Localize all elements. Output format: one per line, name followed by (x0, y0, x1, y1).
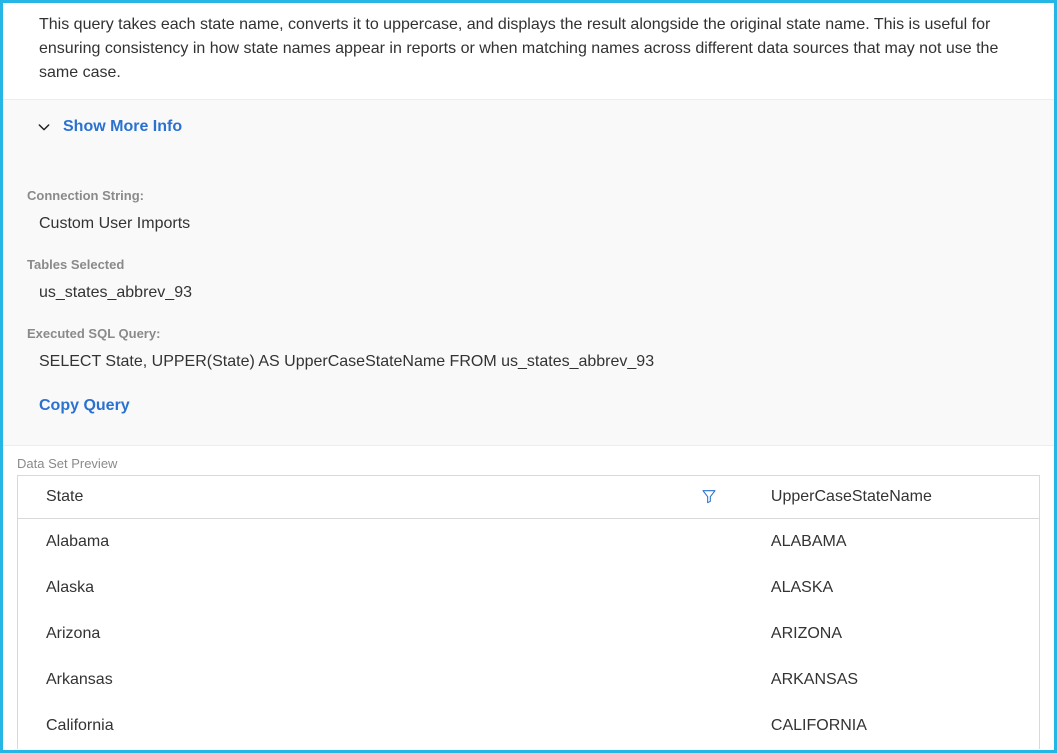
tables-selected-label: Tables Selected (27, 257, 1054, 272)
column-header-state-label: State (46, 488, 83, 505)
cell-state: California (18, 703, 743, 749)
column-header-uppercase-label: UpperCaseStateName (771, 488, 932, 505)
cell-uppercase-state: ALABAMA (743, 519, 1039, 566)
cell-state: Arkansas (18, 657, 743, 703)
table-row: AlabamaALABAMA (18, 519, 1039, 566)
cell-uppercase-state: CALIFORNIA (743, 703, 1039, 749)
app-frame: This query takes each state name, conver… (0, 0, 1057, 753)
table-row: ArizonaARIZONA (18, 611, 1039, 657)
show-more-toggle[interactable]: Show More Info (3, 100, 1054, 140)
tables-selected-value: us_states_abbrev_93 (27, 272, 1054, 302)
table-row: ArkansasARKANSAS (18, 657, 1039, 703)
connection-string-value: Custom User Imports (27, 203, 1054, 233)
query-description: This query takes each state name, conver… (3, 3, 1054, 99)
info-panel: Show More Info Connection String: Custom… (3, 99, 1054, 446)
table-row: CaliforniaCALIFORNIA (18, 703, 1039, 749)
cell-uppercase-state: ARIZONA (743, 611, 1039, 657)
data-set-preview-label: Data Set Preview (3, 446, 1054, 475)
cell-state: Alaska (18, 565, 743, 611)
data-set-preview-table: State UpperCaseStateName AlabamaALABAMAA… (17, 475, 1040, 749)
column-header-state[interactable]: State (18, 476, 743, 519)
meta-block: Connection String: Custom User Imports T… (3, 140, 1054, 445)
executed-sql-label: Executed SQL Query: (27, 326, 1054, 341)
copy-query-button[interactable]: Copy Query (27, 371, 130, 435)
cell-state: Arizona (18, 611, 743, 657)
filter-icon[interactable] (701, 488, 719, 506)
chevron-down-icon (35, 118, 53, 136)
table-row: AlaskaALASKA (18, 565, 1039, 611)
table-header-row: State UpperCaseStateName (18, 476, 1039, 519)
column-header-uppercase[interactable]: UpperCaseStateName (743, 476, 1039, 519)
cell-state: Alabama (18, 519, 743, 566)
cell-uppercase-state: ALASKA (743, 565, 1039, 611)
connection-string-label: Connection String: (27, 188, 1054, 203)
show-more-label: Show More Info (63, 118, 182, 136)
executed-sql-value: SELECT State, UPPER(State) AS UpperCaseS… (27, 341, 1054, 371)
cell-uppercase-state: ARKANSAS (743, 657, 1039, 703)
